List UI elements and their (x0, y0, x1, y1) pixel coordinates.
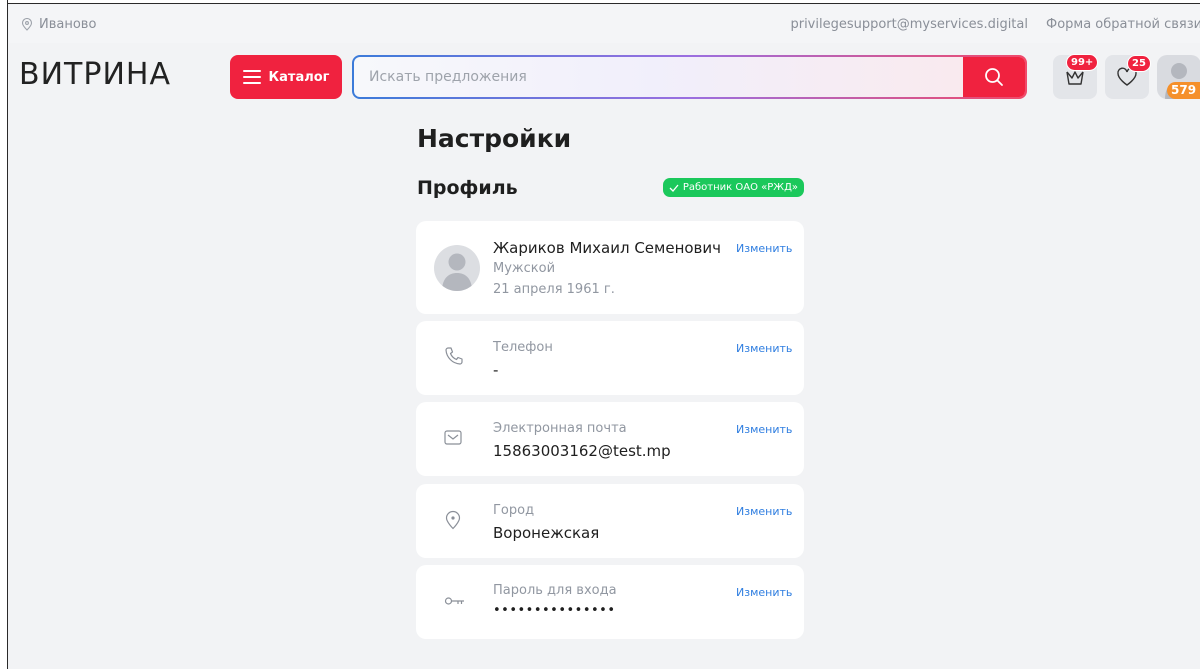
field-label-phone: Телефон (493, 340, 553, 355)
header: ВИТРИНА Каталог 99+ 25 (9, 52, 1200, 104)
person-icon (442, 253, 472, 291)
user-name: Жариков Михаил Семенович (493, 239, 722, 257)
menu-icon (242, 70, 261, 84)
edit-profile-link[interactable]: Изменить (736, 242, 792, 255)
settings-content: Настройки Профиль Работник ОАО «РЖД» (416, 124, 804, 199)
field-label-city: Город (493, 503, 535, 518)
search-bar (352, 55, 1027, 99)
verified-badge-label: Работник ОАО «РЖД» (682, 182, 798, 193)
location-pin-icon (21, 18, 33, 31)
user-birthdate: 21 апреля 1961 г. (493, 282, 615, 297)
envelope-icon (444, 430, 462, 445)
key-icon (444, 597, 464, 605)
feedback-link[interactable]: Форма обратной связи (1046, 17, 1200, 32)
phone-icon (445, 347, 463, 365)
window-frame-left (0, 0, 8, 669)
city-selector[interactable]: Иваново (21, 17, 96, 32)
password-card: Пароль для входа ••••••••••••••• Изменит… (416, 565, 804, 639)
verified-badge: Работник ОАО «РЖД» (662, 178, 804, 197)
cart-button[interactable]: 99+ (1053, 54, 1099, 99)
phone-card: Телефон - Изменить (416, 321, 804, 395)
profile-header: Профиль Работник ОАО «РЖД» (416, 175, 804, 199)
field-value-phone: - (493, 361, 499, 379)
catalog-button-label: Каталог (268, 69, 330, 85)
avatar (434, 245, 480, 291)
profile-card: Жариков Михаил Семенович Мужской 21 апре… (416, 221, 804, 314)
field-value-password: ••••••••••••••• (493, 603, 616, 618)
window-frame-top (0, 0, 1200, 4)
edit-city-link[interactable]: Изменить (736, 505, 792, 518)
field-label-email: Электронная почта (493, 421, 627, 436)
favorites-button[interactable]: 25 (1105, 55, 1151, 99)
email-card: Электронная почта 15863003162@test.mp Из… (416, 402, 804, 476)
edit-email-link[interactable]: Изменить (736, 423, 792, 436)
catalog-button[interactable]: Каталог (230, 55, 342, 99)
edit-password-link[interactable]: Изменить (736, 586, 792, 599)
cart-badge: 99+ (1066, 54, 1099, 71)
field-label-password: Пароль для входа (493, 583, 617, 598)
edit-phone-link[interactable]: Изменить (736, 342, 792, 355)
user-gender: Мужской (493, 261, 556, 276)
field-value-city: Воронежская (493, 524, 600, 542)
city-card: Город Воронежская Изменить (416, 484, 804, 558)
top-bar: Иваново privilegesupport@myservices.digi… (9, 5, 1200, 43)
search-icon (985, 68, 1003, 86)
favorites-badge: 25 (1127, 55, 1151, 72)
points-badge: 579 (1167, 82, 1200, 99)
check-icon (669, 184, 679, 192)
search-button[interactable] (963, 57, 1025, 97)
location-icon (445, 510, 461, 530)
field-value-email: 15863003162@test.mp (493, 442, 671, 460)
search-input[interactable] (354, 57, 944, 97)
section-title: Профиль (417, 177, 518, 199)
logo[interactable]: ВИТРИНА (19, 57, 171, 92)
city-label: Иваново (39, 17, 97, 32)
page-title: Настройки (417, 124, 572, 153)
support-email-link[interactable]: privilegesupport@myservices.digital (790, 17, 1028, 32)
